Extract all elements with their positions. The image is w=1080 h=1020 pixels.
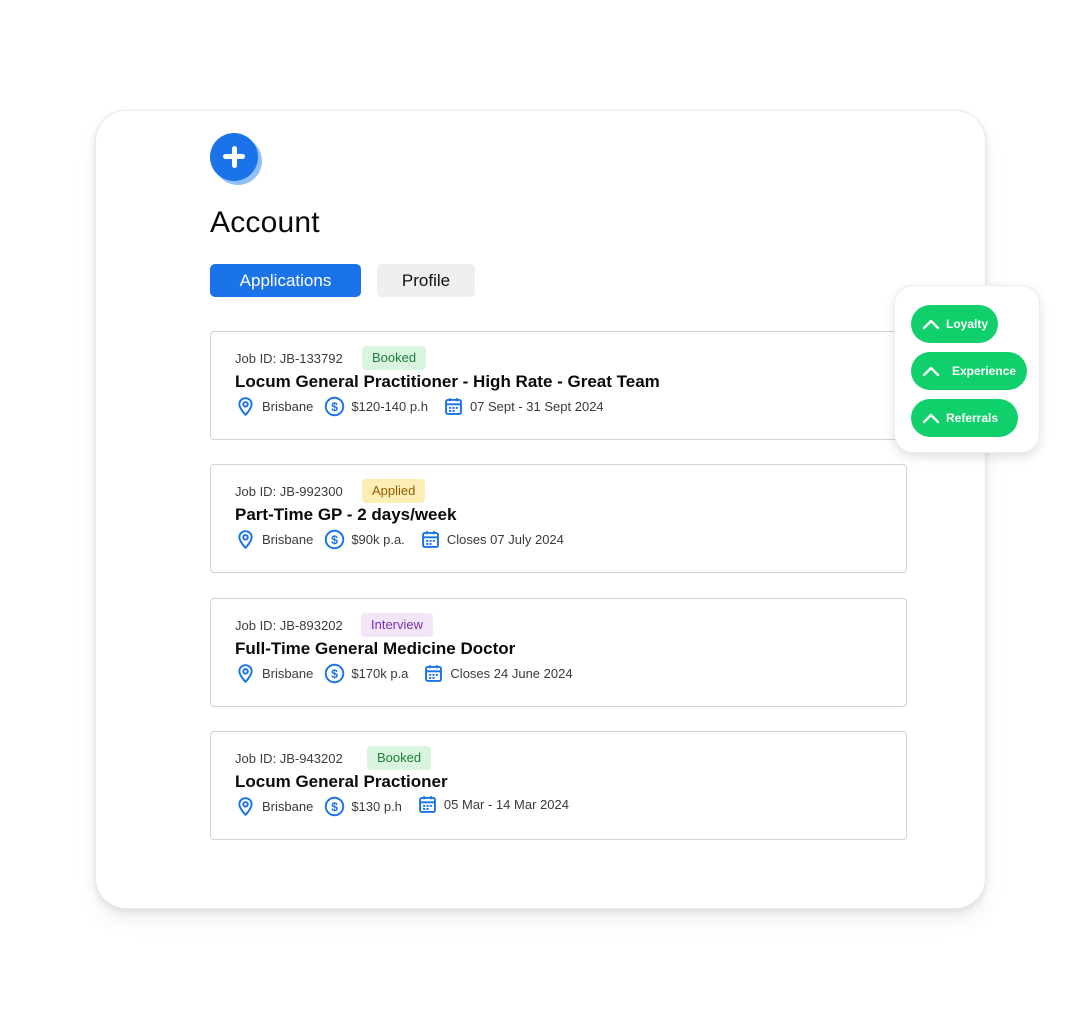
job-date: 07 Sept - 31 Sept 2024 [469, 398, 604, 414]
calendar-icon [423, 663, 444, 684]
job-id: Job ID: JB-943202 [235, 751, 343, 766]
svg-text:$: $ [331, 799, 338, 813]
map-pin-icon [235, 663, 256, 684]
job-title[interactable]: Full-Time General Medicine Doctor [235, 639, 515, 659]
job-title[interactable]: Locum General Practioner [235, 772, 448, 792]
pill-label: Referrals [946, 411, 999, 425]
job-location: Brisbane [262, 798, 314, 814]
job-location: Brisbane [262, 531, 314, 547]
job-card[interactable]: Job ID: JB-992300 Applied Part-Time GP -… [210, 464, 907, 573]
job-meta: Brisbane $ $90k p.a. Closes 07 July 2024 [235, 528, 564, 550]
job-id: Job ID: JB-893202 [235, 618, 343, 633]
job-id: Job ID: JB-992300 [235, 484, 343, 499]
job-id: Job ID: JB-133792 [235, 351, 343, 366]
dollar-circle-icon: $ [324, 663, 345, 684]
stage: Account Applications Profile Job ID: JB-… [0, 0, 1080, 1020]
plus-bar-vertical [231, 145, 237, 168]
status-badge: Applied [362, 479, 426, 503]
map-pin-icon [235, 529, 256, 550]
job-card[interactable]: Job ID: JB-943202 Booked Locum General P… [210, 731, 907, 840]
pill-referrals[interactable]: Referrals [911, 399, 1018, 437]
pill-label: Loyalty [946, 317, 989, 331]
chevron-up-icon [921, 317, 941, 331]
calendar-icon [443, 396, 464, 417]
plus-icon[interactable] [210, 133, 264, 187]
pill-label: Experience [952, 364, 1017, 378]
job-rate: $170k p.a [351, 665, 409, 681]
job-title[interactable]: Locum General Practitioner - High Rate -… [235, 372, 660, 392]
pill-loyalty[interactable]: Loyalty [911, 305, 998, 343]
svg-text:$: $ [331, 532, 338, 546]
chevron-up-icon [921, 364, 941, 378]
tab-applications[interactable]: Applications [210, 264, 361, 297]
tab-profile[interactable]: Profile [377, 264, 475, 297]
svg-text:$: $ [331, 399, 338, 413]
map-pin-icon [235, 796, 256, 817]
status-badge: Interview [361, 613, 434, 637]
chevron-up-icon [921, 411, 941, 425]
job-location: Brisbane [262, 665, 314, 681]
job-rate: $90k p.a. [351, 531, 405, 547]
calendar-icon [420, 529, 441, 550]
job-meta: Brisbane $ $120-140 p.h 07 Sept - 31 Sep… [235, 395, 604, 417]
status-badge: Booked [367, 746, 432, 770]
job-date: Closes 07 July 2024 [446, 531, 564, 547]
job-date: Closes 24 June 2024 [450, 665, 573, 681]
calendar-icon [417, 794, 438, 815]
job-meta: Brisbane $ $170k p.a Closes 24 June 2024 [235, 662, 573, 684]
dollar-circle-icon: $ [324, 396, 345, 417]
job-rate: $130 p.h [351, 798, 402, 814]
job-card[interactable]: Job ID: JB-133792 Booked Locum General P… [210, 331, 907, 440]
page-title: Account [210, 206, 320, 239]
svg-text:$: $ [331, 666, 338, 680]
dollar-circle-icon: $ [324, 529, 345, 550]
pill-experience[interactable]: Experience [911, 352, 1027, 390]
job-title[interactable]: Part-Time GP - 2 days/week [235, 505, 456, 525]
job-card[interactable]: Job ID: JB-893202 Interview Full-Time Ge… [210, 598, 907, 707]
job-date: 05 Mar - 14 Mar 2024 [443, 796, 569, 812]
map-pin-icon [235, 396, 256, 417]
job-meta: Brisbane $ $130 p.h 05 Mar - 14 Mar 2024 [235, 795, 569, 817]
job-location: Brisbane [262, 398, 314, 414]
skills-panel: Loyalty Experience Referrals [895, 286, 1039, 452]
dollar-circle-icon: $ [324, 796, 345, 817]
job-rate: $120-140 p.h [351, 398, 428, 414]
status-badge: Booked [362, 346, 427, 370]
